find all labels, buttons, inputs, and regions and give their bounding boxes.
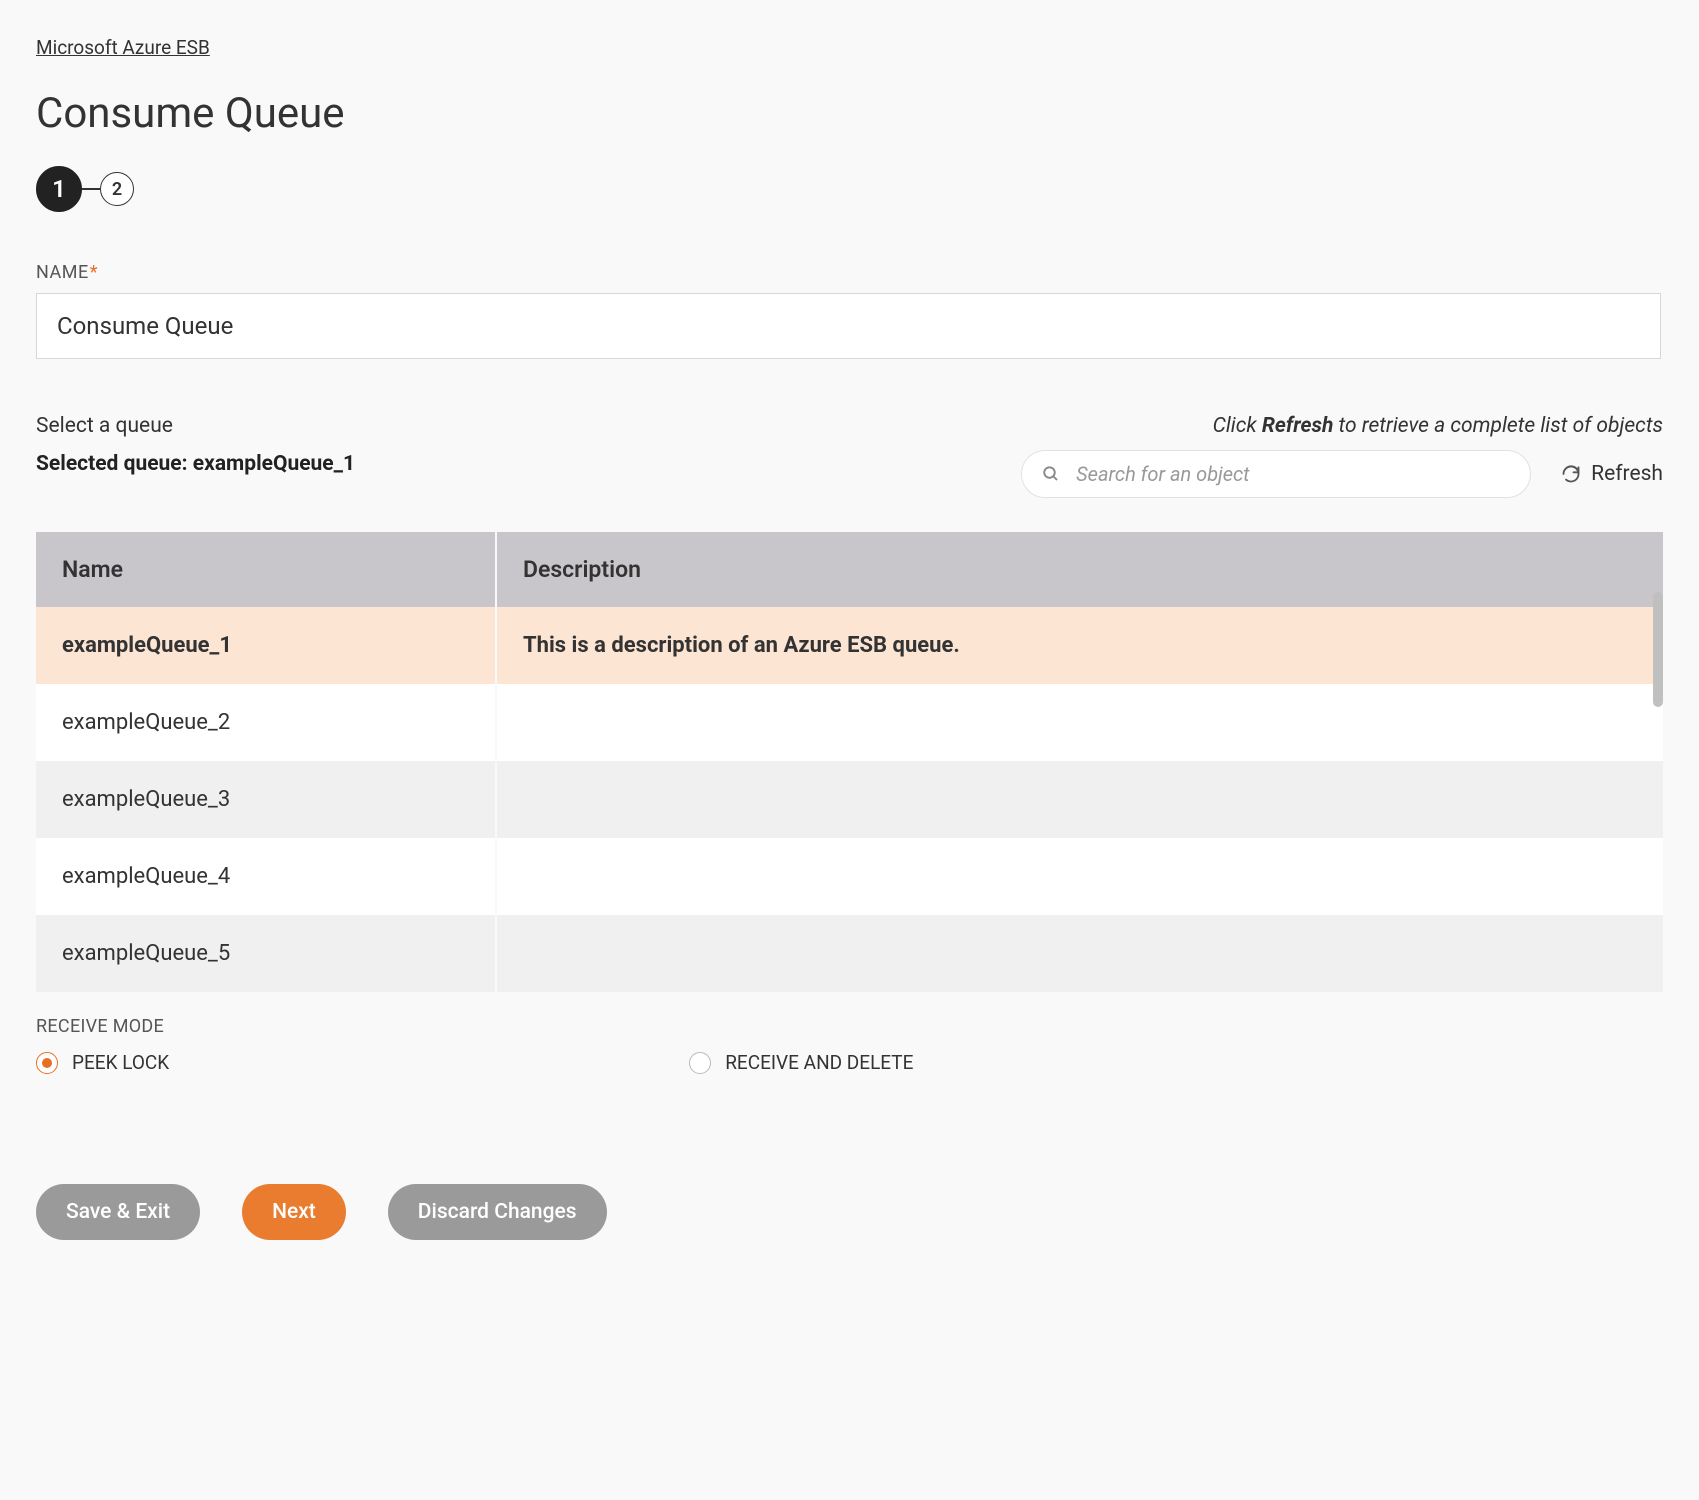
radio-label: RECEIVE AND DELETE [725,1051,913,1074]
next-button[interactable]: Next [242,1184,346,1240]
cell-name: exampleQueue_4 [36,838,496,915]
discard-button[interactable]: Discard Changes [388,1184,607,1240]
radio-option[interactable]: RECEIVE AND DELETE [689,1051,913,1074]
cell-description [496,915,1663,992]
cell-name: exampleQueue_5 [36,915,496,992]
table-row[interactable]: exampleQueue_3 [36,761,1663,838]
hint-suffix: to retrieve a complete list of objects [1333,414,1663,438]
name-input[interactable] [36,293,1661,359]
search-box[interactable] [1021,450,1531,498]
cell-name: exampleQueue_3 [36,761,496,838]
save-exit-button[interactable]: Save & Exit [36,1184,200,1240]
required-indicator: * [90,262,98,283]
step-2[interactable]: 2 [100,172,134,206]
hint-bold: Refresh [1262,414,1333,438]
name-label-text: NAME [36,262,89,283]
refresh-label: Refresh [1591,462,1663,486]
table-row[interactable]: exampleQueue_4 [36,838,1663,915]
cell-description [496,761,1663,838]
search-icon [1042,465,1060,483]
table-row[interactable]: exampleQueue_1This is a description of a… [36,607,1663,684]
radio-label: PEEK LOCK [72,1051,169,1074]
page-title: Consume Queue [36,89,1663,138]
refresh-hint: Click Refresh to retrieve a complete lis… [1021,414,1663,438]
cell-name: exampleQueue_2 [36,684,496,761]
selected-queue-prefix: Selected queue: [36,452,193,476]
scrollbar-thumb[interactable] [1653,592,1663,707]
cell-name: exampleQueue_1 [36,607,496,684]
radio-option[interactable]: PEEK LOCK [36,1051,169,1074]
step-1[interactable]: 1 [36,166,82,212]
select-queue-label: Select a queue [36,414,355,438]
hint-prefix: Click [1213,414,1262,438]
receive-mode-label: RECEIVE MODE [36,1016,1663,1037]
stepper: 1 2 [36,166,1663,212]
breadcrumb-link[interactable]: Microsoft Azure ESB [36,36,210,59]
col-description[interactable]: Description [496,532,1663,607]
table-row[interactable]: exampleQueue_2 [36,684,1663,761]
refresh-icon [1561,464,1581,484]
selected-queue-text: Selected queue: exampleQueue_1 [36,452,355,476]
selected-queue-value: exampleQueue_1 [193,452,355,476]
col-name[interactable]: Name [36,532,496,607]
cell-description [496,838,1663,915]
name-label: NAME* [36,262,1663,283]
table-row[interactable]: exampleQueue_5 [36,915,1663,992]
queue-table: Name Description exampleQueue_1This is a… [36,532,1663,992]
radio-indicator[interactable] [689,1052,711,1074]
step-connector [82,188,100,190]
cell-description [496,684,1663,761]
refresh-button[interactable]: Refresh [1561,462,1663,486]
cell-description: This is a description of an Azure ESB qu… [496,607,1663,684]
radio-indicator[interactable] [36,1052,58,1074]
search-input[interactable] [1074,461,1510,487]
